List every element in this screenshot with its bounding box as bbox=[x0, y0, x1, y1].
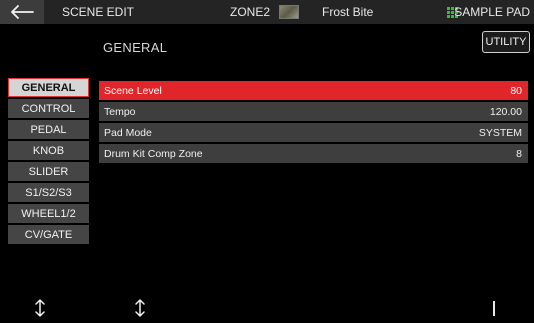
sidebar-item-cv-gate[interactable]: CV/GATE bbox=[8, 225, 89, 244]
utility-button[interactable]: UTILITY bbox=[482, 31, 530, 53]
sidebar-item-wheel[interactable]: WHEEL1/2 bbox=[8, 204, 89, 223]
sidebar-item-knob[interactable]: KNOB bbox=[8, 141, 89, 160]
param-row-drum-kit-comp-zone[interactable]: Drum Kit Comp Zone 8 bbox=[99, 144, 528, 163]
param-row-tempo[interactable]: Tempo 120.00 bbox=[99, 102, 528, 121]
top-bar: SCENE EDIT ZONE2 Frost Bite SAMPLE PAD bbox=[0, 0, 534, 24]
param-name: Scene Level bbox=[104, 84, 162, 97]
scene-thumbnail bbox=[279, 5, 299, 19]
back-button[interactable] bbox=[0, 0, 44, 24]
sample-pad-button[interactable]: SAMPLE PAD bbox=[454, 0, 530, 24]
sidebar-item-pedal[interactable]: PEDAL bbox=[8, 120, 89, 139]
sidebar-item-slider[interactable]: SLIDER bbox=[8, 162, 89, 181]
param-value: SYSTEM bbox=[478, 126, 522, 139]
param-value: 80 bbox=[510, 84, 522, 97]
parameter-list: Scene Level 80 Tempo 120.00 Pad Mode SYS… bbox=[99, 81, 528, 165]
scene-name: Frost Bite bbox=[322, 5, 374, 19]
zone-label: ZONE2 bbox=[230, 5, 271, 19]
cursor-bar bbox=[493, 301, 495, 316]
page-heading: GENERAL bbox=[103, 40, 168, 55]
screen-title: SCENE EDIT bbox=[62, 5, 135, 19]
param-name: Drum Kit Comp Zone bbox=[104, 147, 203, 160]
sidebar-item-s1-s2-s3[interactable]: S1/S2/S3 bbox=[8, 183, 89, 202]
param-row-scene-level[interactable]: Scene Level 80 bbox=[99, 81, 528, 100]
param-name: Tempo bbox=[104, 105, 136, 118]
param-name: Pad Mode bbox=[104, 126, 152, 139]
sidebar: GENERAL CONTROL PEDAL KNOB SLIDER S1/S2/… bbox=[8, 78, 89, 246]
sidebar-item-control[interactable]: CONTROL bbox=[8, 99, 89, 118]
param-value: 120.00 bbox=[489, 105, 522, 118]
up-down-arrow-icon[interactable] bbox=[33, 298, 47, 318]
back-arrow-icon bbox=[11, 5, 34, 19]
param-value: 8 bbox=[516, 147, 522, 160]
up-down-arrow-icon[interactable] bbox=[133, 298, 147, 318]
sidebar-item-general[interactable]: GENERAL bbox=[8, 78, 89, 97]
param-row-pad-mode[interactable]: Pad Mode SYSTEM bbox=[99, 123, 528, 142]
